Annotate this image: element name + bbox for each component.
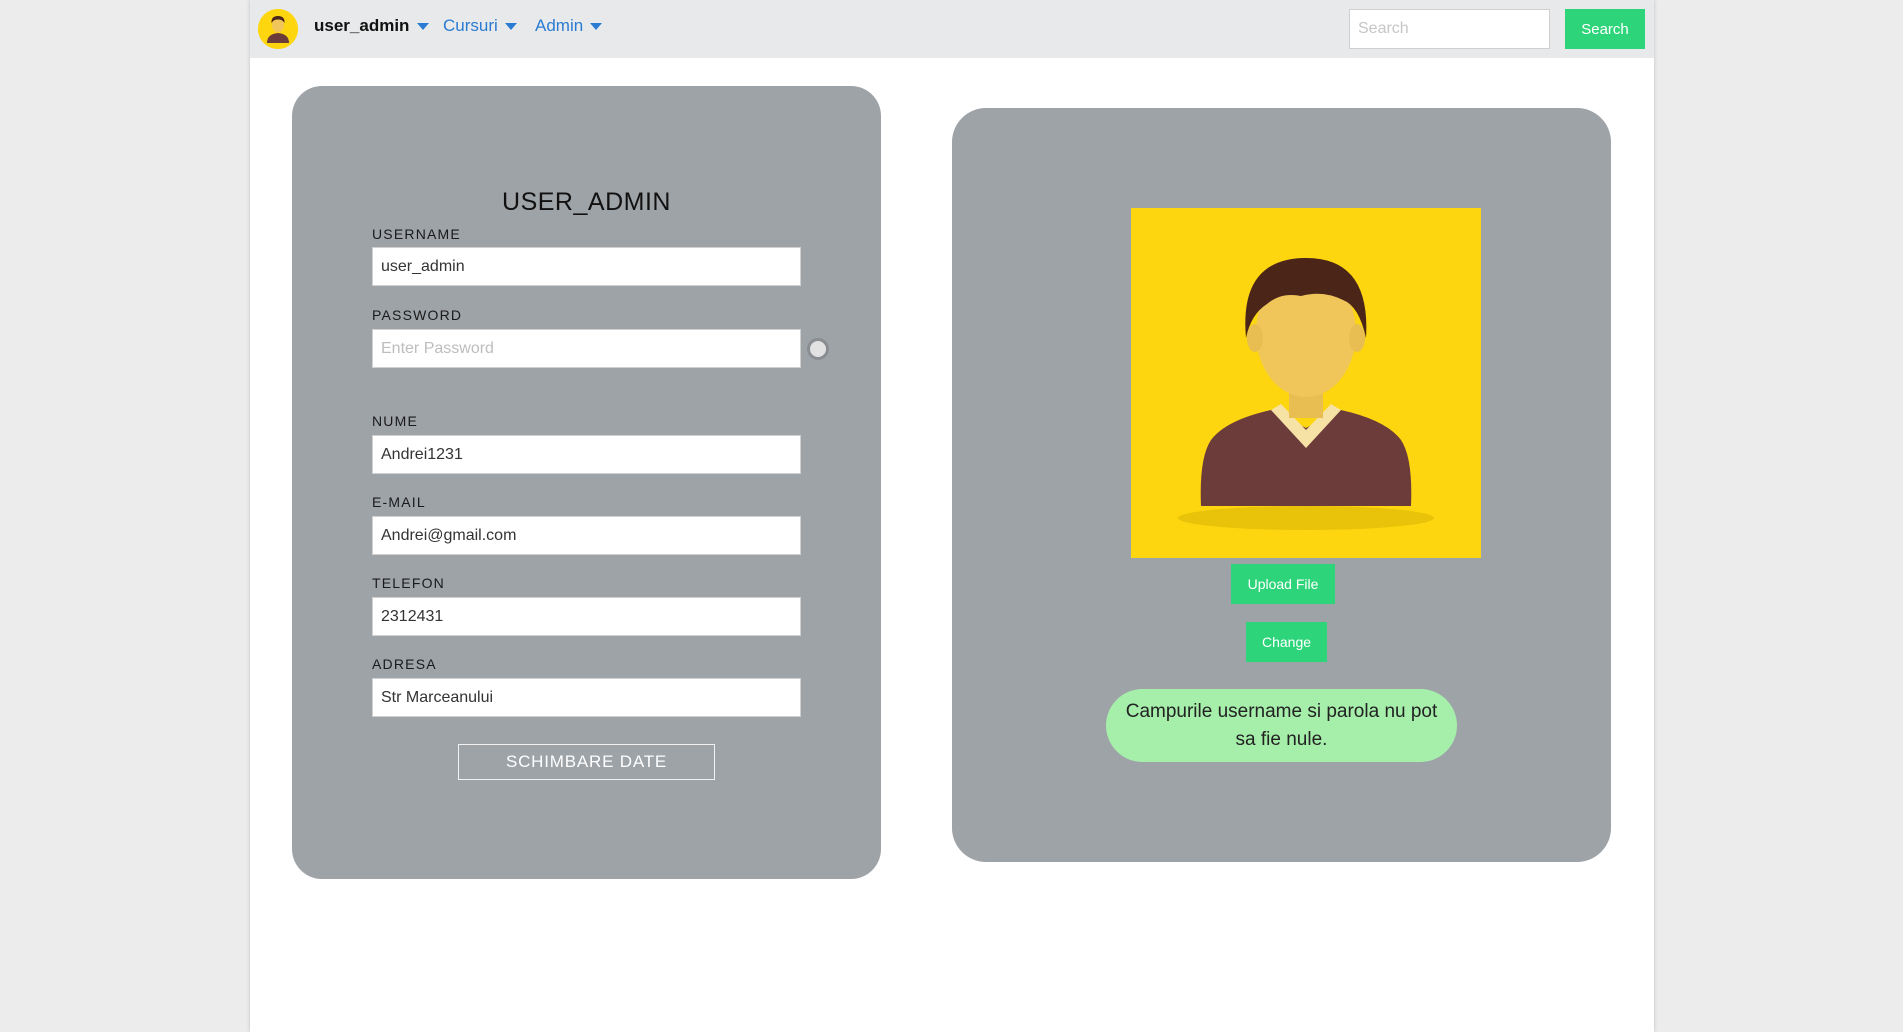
user-avatar-icon[interactable] bbox=[258, 9, 298, 49]
username-field[interactable] bbox=[372, 247, 801, 286]
page-container: user_admin Cursuri Admin Search USER_ADM… bbox=[250, 0, 1654, 1032]
email-field[interactable] bbox=[372, 516, 801, 555]
menu-admin[interactable]: Admin bbox=[535, 16, 603, 36]
validation-message: Campurile username si parola nu pot sa f… bbox=[1106, 689, 1457, 762]
user-menu-label: user_admin bbox=[314, 16, 410, 35]
menu-cursuri[interactable]: Cursuri bbox=[443, 16, 517, 36]
upload-file-button[interactable]: Upload File bbox=[1231, 564, 1335, 604]
user-menu[interactable]: user_admin bbox=[314, 16, 430, 36]
password-label: PASSWORD bbox=[372, 307, 463, 323]
menu-admin-label: Admin bbox=[535, 16, 584, 35]
caret-down-icon bbox=[417, 22, 430, 30]
telefon-field[interactable] bbox=[372, 597, 801, 636]
caret-down-icon bbox=[504, 22, 517, 30]
toggle-icon[interactable] bbox=[807, 338, 829, 360]
search-input[interactable] bbox=[1349, 9, 1550, 49]
caret-down-icon bbox=[590, 22, 603, 30]
profile-picture-icon bbox=[1131, 208, 1481, 558]
change-button[interactable]: Change bbox=[1246, 622, 1327, 662]
email-label: E-MAIL bbox=[372, 494, 426, 510]
search-button[interactable]: Search bbox=[1565, 9, 1645, 49]
password-field[interactable] bbox=[372, 329, 801, 368]
profile-title: USER_ADMIN bbox=[502, 188, 671, 216]
telefon-label: TELEFON bbox=[372, 575, 445, 591]
username-label: USERNAME bbox=[372, 226, 461, 242]
nume-label: NUME bbox=[372, 413, 419, 429]
navbar: user_admin Cursuri Admin Search bbox=[250, 0, 1654, 58]
adresa-label: ADRESA bbox=[372, 656, 437, 672]
menu-cursuri-label: Cursuri bbox=[443, 16, 498, 35]
nume-field[interactable] bbox=[372, 435, 801, 474]
profile-form-card: USER_ADMIN USERNAME PASSWORD NUME E-MAIL… bbox=[292, 86, 881, 879]
schimbare-date-button[interactable]: SCHIMBARE DATE bbox=[458, 744, 715, 780]
photo-card: Upload File Change Campurile username si… bbox=[952, 108, 1611, 862]
adresa-field[interactable] bbox=[372, 678, 801, 717]
